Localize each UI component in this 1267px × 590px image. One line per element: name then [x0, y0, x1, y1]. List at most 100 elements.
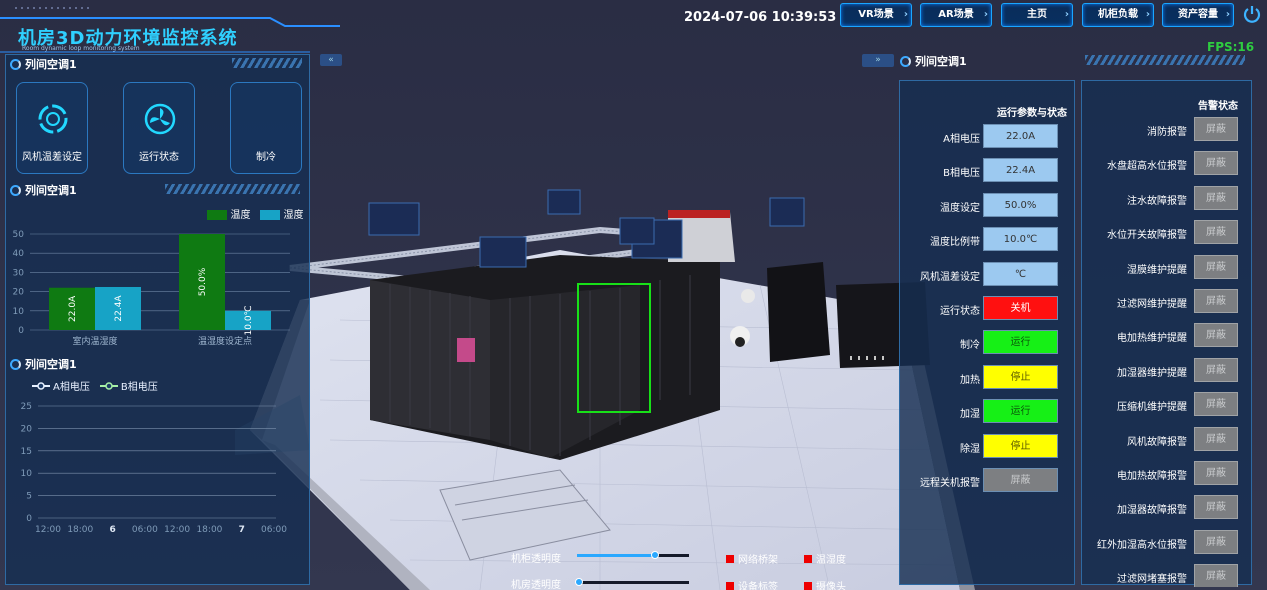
cabinet-transparency-slider[interactable] [577, 551, 689, 559]
param-label: 温度比例带 [930, 237, 980, 249]
nav-cabinet-load-button[interactable]: 机柜负载 › [1082, 3, 1154, 27]
collapse-right-icon[interactable]: » [862, 54, 894, 67]
x-tick-label: 7 [239, 525, 245, 535]
chevron-right-icon: › [903, 9, 908, 20]
collapse-left-icon[interactable]: « [320, 54, 342, 66]
toggle-temp-humidity-label: 温湿度 [816, 555, 846, 566]
ring-icon [900, 55, 911, 67]
alarm-shield-button[interactable]: 屏蔽 [1194, 529, 1238, 554]
param-value: 运行 [983, 399, 1058, 424]
alarm-title: 告警状态 [1198, 101, 1238, 112]
param-label: A相电压 [943, 134, 980, 145]
param-row: 温度比例带 10.0℃ [899, 225, 1080, 259]
param-value: ℃ [983, 261, 1058, 286]
bar-legend: 温度 湿度 [207, 206, 304, 221]
param-row: 除湿 停止 [899, 432, 1080, 466]
toggle-cable-tray-label: 网络桥架 [738, 555, 778, 566]
alarm-label: 水位开关故障报警 [1107, 230, 1187, 242]
y-tick-label: 20 [13, 288, 25, 298]
header-stripes [1085, 55, 1245, 65]
nav-ar-label: AR场景 [938, 9, 974, 20]
x-tick-label: 18:00 [67, 525, 93, 535]
nav-ar-button[interactable]: AR场景 › [920, 3, 992, 27]
param-value: 10.0℃ [983, 227, 1058, 252]
fan-icon [144, 103, 176, 135]
chevron-right-icon: › [1145, 9, 1150, 20]
alarm-shield-button[interactable]: 屏蔽 [1194, 151, 1238, 176]
fan-temp-setting-button[interactable]: 风机温差设定 [16, 82, 88, 174]
y-tick-label: 20 [21, 424, 33, 434]
y-tick-label: 15 [21, 447, 32, 457]
run-status-button[interactable]: 运行状态 [123, 82, 195, 174]
cabinet-transparency-label: 机柜透明度 [511, 554, 561, 565]
alarm-shield-button[interactable]: 屏蔽 [1194, 357, 1238, 382]
alarm-label: 加湿器维护提醒 [1117, 367, 1187, 379]
alarm-shield-button[interactable]: 屏蔽 [1194, 185, 1238, 210]
cooling-button[interactable]: 制冷 [230, 82, 302, 174]
param-row: 加湿 运行 [899, 397, 1080, 431]
datetime-display: 2024-07-06 10:39:53 [684, 10, 837, 25]
line-legend: A相电压 B相电压 [32, 378, 158, 393]
toggle-cable-tray[interactable]: 网络桥架 [726, 551, 778, 566]
alarm-row: 湿膜维护提醒 屏蔽 [1081, 253, 1251, 287]
y-tick-label: 25 [21, 402, 32, 412]
alarm-row: 风机故障报警 屏蔽 [1081, 425, 1251, 459]
alarm-shield-button[interactable]: 屏蔽 [1194, 495, 1238, 520]
checkbox-icon [726, 555, 734, 563]
toggle-cameras[interactable]: 摄像头 [804, 578, 846, 590]
bar-value-label: 22.0A [68, 295, 78, 322]
room-transparency-slider[interactable] [575, 578, 689, 586]
alarm-label: 注水故障报警 [1127, 195, 1187, 207]
params-title: 运行参数与状态 [997, 108, 1067, 119]
toggle-cameras-label: 摄像头 [816, 582, 846, 590]
param-row: A相电压 22.0A [899, 122, 1080, 156]
alarm-shield-button[interactable]: 屏蔽 [1194, 426, 1238, 451]
param-value: 22.0A [983, 124, 1058, 148]
alarm-row: 红外加湿高水位报警 屏蔽 [1081, 528, 1251, 562]
param-label: B相电压 [943, 168, 980, 180]
param-row: 制冷 运行 [899, 328, 1080, 362]
nav-home-label: 主页 [1027, 9, 1047, 20]
section-title: 列间空调1 [25, 58, 77, 71]
alarm-shield-button[interactable]: 屏蔽 [1194, 220, 1238, 245]
param-label: 制冷 [960, 340, 980, 352]
param-row: B相电压 22.4A [899, 156, 1080, 190]
param-label: 风机温差设定 [920, 271, 980, 283]
y-tick-label: 0 [18, 326, 24, 336]
alarm-row: 压缩机维护提醒 屏蔽 [1081, 390, 1251, 424]
fan-temp-setting-label: 风机温差设定 [22, 152, 82, 163]
nav-asset-capacity-button[interactable]: 资产容量 › [1162, 3, 1234, 27]
param-label: 加热 [960, 374, 980, 386]
voltage-line-chart: 0 5 10 15 20 25 12:00 18:00 6 06:00 12:00 18:00 7 06:… [21, 402, 288, 535]
run-status-label: 运行状态 [139, 152, 179, 163]
param-value: 停止 [983, 433, 1058, 458]
param-row: 运行状态 关机 [899, 294, 1080, 328]
x-tick-label: 12:00 [35, 525, 61, 535]
checkbox-icon [804, 555, 812, 563]
param-row: 加热 停止 [899, 363, 1080, 397]
alarm-label: 压缩机维护提醒 [1117, 402, 1187, 414]
param-label: 运行状态 [940, 306, 980, 317]
cooling-label: 制冷 [256, 152, 276, 163]
bar-value-label: 22.4A [114, 295, 124, 322]
fps-counter: FPS:16 [1207, 40, 1255, 54]
alarm-shield-button[interactable]: 屏蔽 [1194, 254, 1238, 279]
alarm-shield-button[interactable]: 屏蔽 [1194, 117, 1238, 141]
nav-vr-label: VR场景 [858, 9, 894, 20]
legend-a-phase: A相电压 [32, 378, 90, 393]
alarm-shield-button[interactable]: 屏蔽 [1194, 461, 1238, 485]
nav-home-button[interactable]: 主页 › [1001, 3, 1073, 27]
power-icon[interactable] [1242, 4, 1262, 24]
alarm-shield-button[interactable]: 屏蔽 [1194, 392, 1238, 417]
alarm-shield-button[interactable]: 屏蔽 [1194, 289, 1238, 313]
param-value: 运行 [983, 330, 1058, 355]
room-transparency-label: 机房透明度 [511, 580, 561, 590]
toggle-temp-humidity[interactable]: 温湿度 [804, 551, 846, 566]
legend-swatch-humidity [260, 210, 280, 220]
nav-vr-button[interactable]: VR场景 › [840, 3, 912, 27]
param-value: 屏蔽 [983, 468, 1058, 492]
alarm-shield-button[interactable]: 屏蔽 [1194, 564, 1238, 587]
bar-value-label: 10.0℃ [244, 305, 254, 335]
alarm-shield-button[interactable]: 屏蔽 [1194, 323, 1238, 348]
toggle-device-labels[interactable]: 设备标签 [726, 578, 778, 590]
